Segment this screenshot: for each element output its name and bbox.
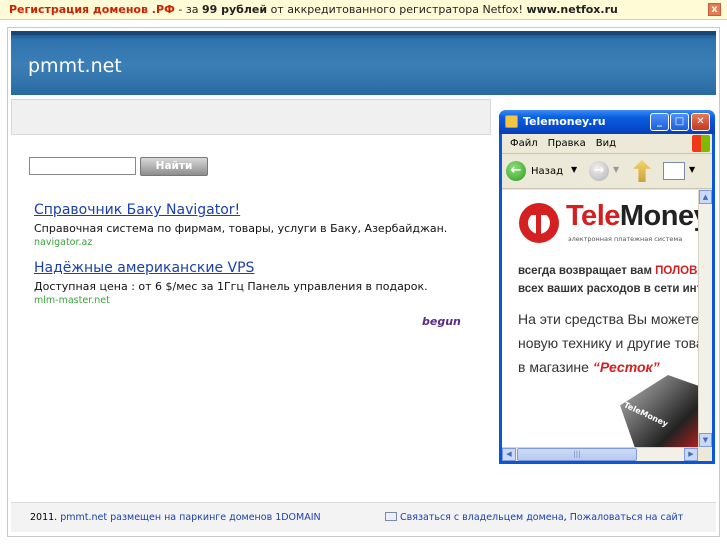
back-arrow-icon[interactable]: ←	[506, 161, 526, 181]
menu-file[interactable]: Файл	[510, 138, 538, 149]
banner-line-1-highlight: ПОЛОВИН	[655, 265, 698, 277]
site-header: pmmt.net	[11, 31, 716, 95]
popup-menubar: Файл Правка Вид	[502, 134, 712, 154]
menu-edit[interactable]: Правка	[548, 138, 586, 149]
ad-description: Справочная система по фирмам, товары, ус…	[34, 222, 448, 235]
banner-line-2: всех ваших расходов в сети интер	[518, 283, 698, 295]
popup-window[interactable]: Telemoney.ru _ □ ✕ Файл Правка Вид ← Назад…	[499, 110, 715, 464]
minimize-icon[interactable]: _	[650, 113, 669, 131]
search-button[interactable]: Найти	[140, 157, 208, 176]
scroll-up-icon[interactable]: ▲	[699, 190, 712, 204]
popup-toolbar: ← Назад ▼ → ▼ ▼	[502, 155, 712, 189]
banner-line-1-text: всегда возвращает вам	[518, 265, 656, 277]
banner-brand: TeleMoney	[566, 200, 698, 233]
search-input[interactable]	[29, 157, 136, 175]
brand-tele: Tele	[566, 200, 620, 232]
banner-line-3: На эти средства Вы можете п	[518, 311, 698, 327]
footer-right: Связаться с владельцем домена, Пожаловат…	[385, 503, 683, 533]
ad-description: Доступная цена : от 6 $/мес за 1Ггц Пане…	[34, 280, 428, 293]
nav-band	[11, 99, 491, 135]
scroll-thumb[interactable]: |||	[517, 448, 637, 461]
ad-url[interactable]: mlm-master.net	[34, 295, 428, 306]
brand-money: Money	[619, 200, 698, 232]
banner-store-name: “Ресток”	[592, 359, 660, 375]
ad-title-link[interactable]: Справочник Баку Navigator!	[34, 202, 447, 218]
scroll-left-icon[interactable]: ◀	[502, 448, 516, 461]
promo-text-registrar: от аккредитованного регистратора Netfox!	[267, 3, 527, 16]
promo-text-for: - за	[174, 3, 202, 16]
folder-icon	[505, 115, 518, 128]
scroll-right-icon[interactable]: ▶	[684, 448, 698, 461]
footer-year: 2011.	[30, 512, 58, 523]
banner-tagline: электронная платежная система	[568, 235, 683, 243]
chevron-down-icon[interactable]: ▼	[689, 165, 695, 174]
popup-titlebar[interactable]: Telemoney.ru _ □ ✕	[499, 110, 715, 134]
banner-line-5: в магазине “Ресток”	[518, 359, 660, 375]
menu-view[interactable]: Вид	[596, 138, 616, 149]
complain-link[interactable]: Пожаловаться на сайт	[570, 512, 684, 523]
parking-link[interactable]: pmmt.net размещен на паркинге доменов 1D…	[60, 512, 320, 523]
ad-block: Надёжные американские VPS Доступная цена…	[34, 260, 428, 306]
promo-text-domains[interactable]: Регистрация доменов .РФ	[9, 3, 175, 16]
chevron-down-icon[interactable]: ▼	[571, 165, 577, 174]
forward-arrow-icon[interactable]: →	[589, 161, 609, 181]
scroll-down-icon[interactable]: ▼	[699, 433, 712, 447]
banner-line-5-text: в магазине	[518, 359, 593, 375]
close-icon[interactable]: ✕	[691, 113, 710, 131]
ad-title-link[interactable]: Надёжные американские VPS	[34, 260, 428, 276]
ad-network-logo[interactable]: begun	[422, 315, 461, 328]
maximize-icon[interactable]: □	[670, 113, 689, 131]
banner-line-4: новую технику и другие това	[518, 335, 698, 351]
telemoney-logo-t	[529, 210, 549, 236]
site-title: pmmt.net	[28, 55, 122, 77]
popup-title: Telemoney.ru	[523, 115, 606, 128]
horizontal-scrollbar[interactable]: ◀ ||| ▶	[502, 447, 698, 461]
vertical-scrollbar[interactable]: ▲ ▼	[698, 190, 712, 447]
chevron-down-icon[interactable]: ▼	[613, 165, 619, 174]
close-icon[interactable]: x	[708, 3, 721, 16]
site-footer: 2011. pmmt.net размещен на паркинге доме…	[11, 502, 716, 532]
footer-left: 2011. pmmt.net размещен на паркинге доме…	[30, 503, 321, 533]
promo-link-netfox[interactable]: www.netfox.ru	[526, 3, 617, 16]
ad-url[interactable]: navigator.az	[34, 237, 447, 248]
contact-owner-link[interactable]: Связаться с владельцем домена	[400, 512, 564, 523]
windows-logo-icon	[692, 135, 710, 152]
mail-icon	[385, 512, 397, 521]
banner-line-1: всегда возвращает вам ПОЛОВИН	[518, 265, 698, 277]
promo-text-price: 99 рублей	[201, 3, 268, 16]
ad-block: Справочник Баку Navigator! Справочная си…	[34, 202, 447, 248]
views-icon[interactable]	[663, 162, 685, 180]
back-button[interactable]: Назад	[531, 166, 563, 177]
up-folder-icon[interactable]	[633, 160, 651, 182]
banner-ad[interactable]: TeleMoney электронная платежная система …	[502, 190, 698, 447]
promo-bar[interactable]: Регистрация доменов .РФ - за 99 рублей о…	[0, 0, 727, 20]
